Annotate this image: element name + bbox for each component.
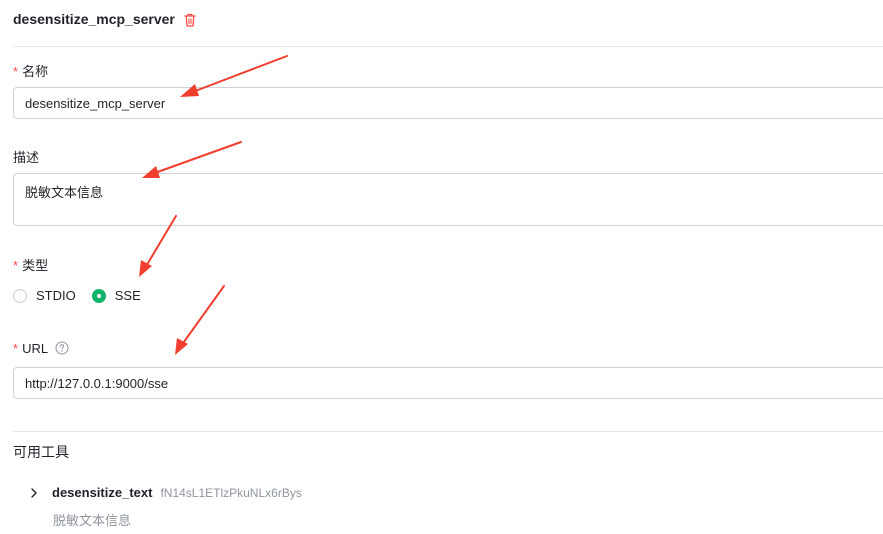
- tool-name: desensitize_text: [52, 485, 153, 500]
- arrowhead: [139, 260, 152, 277]
- type-radio-group: STDIO SSE: [13, 288, 157, 303]
- radio-option-sse[interactable]: SSE: [91, 288, 141, 303]
- url-input[interactable]: [13, 367, 883, 399]
- required-mark: *: [13, 341, 19, 356]
- name-input[interactable]: [13, 87, 883, 119]
- chevron-right-icon[interactable]: [28, 487, 40, 499]
- annotation-arrows: [139, 55, 288, 355]
- radio-label-sse: SSE: [114, 288, 141, 303]
- url-label-text: URL: [22, 341, 48, 356]
- help-icon[interactable]: [55, 341, 69, 355]
- radio-button-checked[interactable]: [91, 288, 106, 303]
- name-label: * 名称: [13, 61, 48, 80]
- description-label: 描述: [13, 150, 40, 165]
- annotation-arrow: [180, 285, 225, 347]
- type-label: * 类型: [13, 255, 48, 274]
- header-divider: [13, 46, 883, 47]
- annotation-arrow: [151, 141, 242, 175]
- radio-label-stdio: STDIO: [36, 288, 76, 303]
- available-tools-title: 可用工具: [13, 444, 69, 460]
- section-divider: [13, 431, 883, 432]
- name-label-text: 名称: [22, 64, 49, 79]
- required-mark: *: [13, 258, 19, 273]
- delete-button[interactable]: [181, 11, 199, 29]
- description-textarea[interactable]: 脱敏文本信息: [13, 173, 883, 226]
- tool-description: 脱敏文本信息: [53, 513, 132, 528]
- radio-button-unchecked[interactable]: [13, 288, 27, 303]
- server-title: desensitize_mcp_server: [13, 11, 175, 27]
- arrowhead: [175, 338, 188, 355]
- tool-item[interactable]: desensitize_text fN14sL1ETlzPkuNLx6rBys: [28, 485, 302, 500]
- required-mark: *: [13, 64, 19, 79]
- tool-id: fN14sL1ETlzPkuNLx6rBys: [160, 485, 302, 500]
- trash-icon: [184, 13, 196, 27]
- url-label: * URL: [13, 341, 69, 356]
- mcp-server-form-page: desensitize_mcp_server *名称 描述 脱敏文本信息 *类型…: [0, 0, 883, 534]
- type-label-text: 类型: [22, 258, 49, 273]
- radio-option-stdio[interactable]: STDIO: [13, 288, 76, 303]
